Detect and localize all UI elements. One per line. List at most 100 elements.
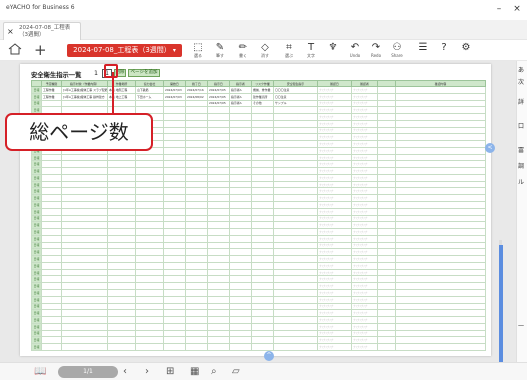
table-cell[interactable]: ナ/ナ/ナ/ナ	[351, 288, 378, 297]
row-tag[interactable]: 日報	[31, 234, 42, 243]
mic-tool[interactable]: ♆	[324, 42, 342, 59]
table-cell[interactable]	[207, 140, 230, 148]
redo-tool[interactable]: ↷ Redo	[367, 42, 385, 59]
table-row[interactable]: 日報 ナ/ナ/ナ/ナナ/ナ/ナ/ナ	[31, 288, 486, 297]
table-cell[interactable]	[41, 295, 62, 304]
table-cell[interactable]: ナ/ナ/ナ/ナ	[317, 221, 352, 230]
table-cell[interactable]: ナ/ナ/ナ/ナ	[317, 160, 352, 169]
sidebar-item[interactable]: ル	[518, 177, 524, 186]
table-cell[interactable]	[61, 153, 108, 162]
table-cell[interactable]	[251, 153, 274, 162]
table-cell[interactable]	[273, 268, 318, 277]
table-cell[interactable]	[41, 234, 62, 243]
table-cell[interactable]	[163, 302, 186, 311]
table-cell[interactable]	[273, 173, 318, 182]
table-row[interactable]: 日報 2024/07/05 指示者A その他 サンプル ナ/ナ/ナ/ナ ナ/ナ/ナ/ナ	[31, 99, 486, 108]
table-cell[interactable]	[41, 248, 62, 257]
table-cell[interactable]	[395, 92, 486, 101]
table-cell[interactable]	[207, 282, 230, 290]
table-cell[interactable]	[251, 228, 274, 236]
table-cell[interactable]	[251, 322, 274, 331]
right-handle-icon[interactable]: <	[485, 143, 495, 153]
table-cell[interactable]: ナ/ナ/ナ/ナ	[317, 228, 352, 236]
close-tab-icon[interactable]: ×	[7, 27, 14, 36]
table-cell[interactable]	[207, 322, 230, 331]
table-cell[interactable]	[41, 201, 62, 209]
table-cell[interactable]	[135, 241, 164, 250]
table-cell[interactable]	[107, 187, 136, 196]
table-cell[interactable]	[185, 99, 208, 108]
table-cell[interactable]	[229, 275, 252, 284]
table-cell[interactable]	[41, 214, 62, 223]
table-cell[interactable]	[251, 180, 274, 189]
table-cell[interactable]: 下田ホーム	[135, 92, 164, 101]
table-cell[interactable]	[163, 336, 186, 345]
row-tag[interactable]: 日報	[31, 173, 42, 182]
table-cell[interactable]: 〇〇注意	[273, 92, 318, 101]
table-row[interactable]: 日報 ナ/ナ/ナ/ナナ/ナ/ナ/ナ	[31, 282, 486, 290]
table-cell[interactable]	[273, 228, 318, 236]
table-row[interactable]: 日報 ナ/ナ/ナ/ナナ/ナ/ナ/ナ	[31, 329, 486, 338]
table-cell[interactable]	[251, 275, 274, 284]
table-cell[interactable]	[163, 343, 186, 351]
row-tag[interactable]: 日報	[31, 295, 42, 304]
table-cell[interactable]	[395, 302, 486, 311]
table-cell[interactable]	[185, 282, 208, 290]
table-cell[interactable]: ナ/ナ/ナ/ナ	[351, 241, 378, 250]
table-cell[interactable]	[163, 167, 186, 175]
table-cell[interactable]: 2024/07/16	[185, 86, 208, 94]
table-cell[interactable]	[207, 146, 230, 155]
table-cell[interactable]	[377, 194, 396, 202]
table-cell[interactable]	[61, 295, 108, 304]
table-cell[interactable]: ナ/ナ/ナ/ナ	[351, 234, 378, 243]
row-tag[interactable]: 日報	[31, 86, 42, 94]
table-cell[interactable]	[41, 288, 62, 297]
table-cell[interactable]	[229, 194, 252, 202]
table-cell[interactable]	[229, 322, 252, 331]
table-row[interactable]: 日報 ナ/ナ/ナ/ナナ/ナ/ナ/ナ	[31, 234, 486, 243]
row-tag[interactable]: 日報	[31, 167, 42, 175]
table-cell[interactable]	[377, 207, 396, 216]
lasso-tool[interactable]: ⌗ 選ぶ	[280, 42, 298, 59]
table-cell[interactable]: ナ/ナ/ナ/ナ	[351, 228, 378, 236]
table-cell[interactable]	[163, 309, 186, 318]
table-cell[interactable]	[163, 99, 186, 108]
sidebar-item[interactable]: 調	[518, 161, 524, 170]
table-cell[interactable]	[251, 268, 274, 277]
table-cell[interactable]	[207, 261, 230, 270]
table-cell[interactable]: 2024/08/02	[185, 92, 208, 101]
row-tag[interactable]: 日報	[31, 180, 42, 189]
table-cell[interactable]	[61, 201, 108, 209]
table-cell[interactable]	[163, 153, 186, 162]
table-cell[interactable]	[185, 119, 208, 128]
table-cell[interactable]	[107, 261, 136, 270]
table-cell[interactable]	[107, 214, 136, 223]
table-cell[interactable]	[61, 275, 108, 284]
table-cell[interactable]	[185, 221, 208, 230]
table-cell[interactable]: ナ/ナ/ナ/ナ	[351, 146, 378, 155]
table-cell[interactable]	[229, 214, 252, 223]
table-cell[interactable]	[229, 140, 252, 148]
table-cell[interactable]	[229, 133, 252, 142]
table-cell[interactable]: ナ/ナ/ナ/ナ	[317, 309, 352, 318]
table-cell[interactable]	[273, 248, 318, 257]
table-cell[interactable]	[207, 316, 230, 324]
table-cell[interactable]	[163, 316, 186, 324]
table-cell[interactable]	[229, 221, 252, 230]
table-cell[interactable]: ナ/ナ/ナ/ナ	[317, 234, 352, 243]
table-cell[interactable]	[207, 248, 230, 257]
table-cell[interactable]	[207, 126, 230, 135]
table-cell[interactable]	[107, 336, 136, 345]
table-cell[interactable]	[41, 282, 62, 290]
table-cell[interactable]	[273, 167, 318, 175]
table-cell[interactable]	[61, 234, 108, 243]
table-cell[interactable]: ナ/ナ/ナ/ナ	[317, 255, 352, 263]
table-cell[interactable]	[229, 329, 252, 338]
table-cell[interactable]: ナ/ナ/ナ/ナ	[317, 295, 352, 304]
table-cell[interactable]	[395, 241, 486, 250]
table-cell[interactable]	[395, 140, 486, 148]
table-cell[interactable]	[163, 228, 186, 236]
table-cell[interactable]: 2024/07/05	[207, 92, 230, 101]
row-tag[interactable]: 日報	[31, 275, 42, 284]
table-cell[interactable]: ナ/ナ/ナ/ナ	[351, 106, 378, 115]
